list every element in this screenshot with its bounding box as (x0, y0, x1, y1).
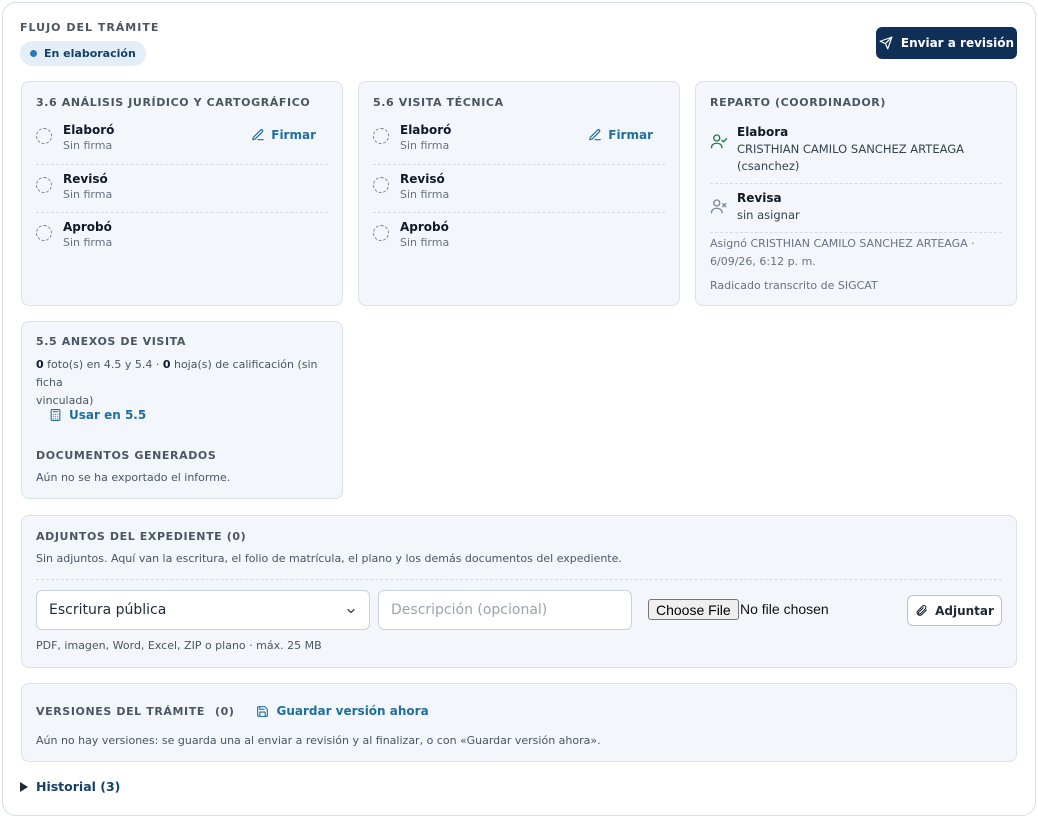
anexos-card-title: 5.5 ANEXOS DE VISITA (36, 335, 186, 348)
signature-role: Elaboró (63, 123, 115, 137)
docs-generated-title: DOCUMENTOS GENERADOS (36, 449, 217, 462)
adjuntos-title: ADJUNTOS DEL EXPEDIENTE (0) (36, 530, 247, 543)
anexos-summary: 0 foto(s) en 4.5 y 5.4 · 0 hoja(s) de ca… (36, 356, 336, 410)
signature-role: Aprobó (400, 220, 449, 234)
unsigned-circle-icon (373, 177, 389, 193)
adjuntos-description: Sin adjuntos. Aquí van la escritura, el … (36, 552, 622, 565)
analisis-card: 3.6 ANÁLISIS JURÍDICO Y CARTOGRÁFICO Ela… (21, 81, 343, 306)
signature-row-aprobo: Aprobó Sin firma (373, 212, 665, 260)
chevron-down-icon (347, 608, 355, 614)
signature-state: Sin firma (63, 139, 113, 152)
reparto-elabora-user: (csanchez) (737, 159, 800, 173)
unsigned-circle-icon (373, 225, 389, 241)
send-icon (879, 36, 893, 50)
attach-label: Adjuntar (935, 603, 994, 618)
use-in-5-5-label: Usar en 5.5 (69, 408, 147, 422)
document-type-value: Escritura pública (49, 602, 167, 618)
status-badge: En elaboración (20, 41, 146, 66)
versiones-text: Aún no hay versiones: se guarda una al e… (36, 734, 601, 747)
save-icon (257, 705, 269, 717)
signature-role: Aprobó (63, 220, 112, 234)
analisis-card-title: 3.6 ANÁLISIS JURÍDICO Y CARTOGRÁFICO (36, 96, 311, 109)
signature-role: Revisó (400, 172, 445, 186)
document-type-select[interactable]: Escritura pública (36, 590, 370, 630)
reparto-revisa-row: Revisa sin asignar (710, 183, 1002, 229)
reparto-elabora-row: Elabora CRISTHIAN CAMILO SANCHEZ ARTEAGA… (710, 119, 1002, 183)
signature-row-reviso: Revisó Sin firma (36, 164, 328, 212)
send-to-review-label: Enviar a revisión (900, 36, 1015, 50)
calculator-icon (50, 409, 61, 421)
pencil-icon (589, 129, 602, 141)
save-version-label: Guardar versión ahora (276, 704, 429, 718)
reparto-elabora-name: CRISTHIAN CAMILO SANCHEZ ARTEAGA (737, 142, 965, 156)
status-dot-icon (30, 50, 37, 57)
signature-state: Sin firma (400, 139, 450, 152)
signature-state: Sin firma (63, 188, 113, 201)
visita-card: 5.6 VISITA TÉCNICA Elaboró Sin firma Fir… (358, 81, 680, 306)
sign-label: Firmar (608, 128, 653, 142)
unsigned-circle-icon (373, 128, 389, 144)
signature-state: Sin firma (400, 188, 450, 201)
paperclip-icon (916, 605, 927, 616)
reparto-card: REPARTO (COORDINADOR) Elabora CRISTHIAN … (695, 81, 1017, 306)
description-input[interactable] (378, 590, 632, 630)
signature-row-elaboro: Elaboró Sin firma Firmar (373, 116, 665, 164)
signature-state: Sin firma (63, 236, 113, 249)
historial-toggle[interactable]: Historial (3) (20, 779, 120, 794)
reparto-card-title: REPARTO (COORDINADOR) (710, 96, 887, 109)
file-hint: PDF, imagen, Word, Excel, ZIP o plano · … (36, 639, 322, 652)
sign-button[interactable]: Firmar (251, 128, 316, 142)
unsigned-circle-icon (36, 128, 52, 144)
user-x-icon (710, 199, 727, 214)
pencil-icon (252, 129, 265, 141)
adjuntos-card: ADJUNTOS DEL EXPEDIENTE (0) Sin adjuntos… (21, 515, 1017, 668)
sign-button[interactable]: Firmar (588, 128, 653, 142)
status-label: En elaboración (44, 47, 136, 60)
reparto-assigned-line2: 6/09/26, 6:12 p. m. (710, 255, 816, 268)
versiones-card: VERSIONES DEL TRÁMITE (0) Guardar versió… (21, 683, 1017, 762)
choose-file-button[interactable]: Choose File (648, 599, 739, 620)
visita-card-title: 5.6 VISITA TÉCNICA (373, 96, 504, 109)
reparto-revisa-role: Revisa (737, 191, 782, 205)
file-status: No file chosen (740, 601, 829, 617)
anexos-card: 5.5 ANEXOS DE VISITA 0 foto(s) en 4.5 y … (21, 321, 343, 499)
flow-title: FLUJO DEL TRÁMITE (20, 21, 160, 34)
sheets-text-cont: vinculada) (36, 394, 94, 407)
signature-role: Elaboró (400, 123, 452, 137)
signature-row-reviso: Revisó Sin firma (373, 164, 665, 212)
unsigned-circle-icon (36, 177, 52, 193)
sign-label: Firmar (271, 128, 316, 142)
caret-right-icon (20, 781, 28, 792)
signature-row-aprobo: Aprobó Sin firma (36, 212, 328, 260)
signature-state: Sin firma (400, 236, 450, 249)
historial-label: Historial (3) (36, 779, 121, 794)
photos-text: foto(s) en 4.5 y 5.4 · (43, 358, 163, 371)
user-check-icon (710, 134, 728, 149)
photos-count: 0 (36, 358, 44, 371)
reparto-assigned-line1: Asignó CRISTHIAN CAMILO SANCHEZ ARTEAGA … (710, 237, 975, 250)
reparto-radicado-text: Radicado transcrito de SIGCAT (710, 279, 878, 292)
signature-row-elaboro: Elaboró Sin firma Firmar (36, 116, 328, 164)
send-to-review-button[interactable]: Enviar a revisión (876, 27, 1017, 59)
versiones-title: VERSIONES DEL TRÁMITE (36, 704, 205, 718)
reparto-elabora-role: Elabora (737, 125, 789, 139)
unsigned-circle-icon (36, 225, 52, 241)
save-version-link[interactable]: Guardar versión ahora (256, 704, 429, 718)
attach-button[interactable]: Adjuntar (907, 595, 1002, 626)
versiones-count: (0) (214, 704, 235, 718)
use-in-5-5-link[interactable]: Usar en 5.5 (49, 408, 146, 422)
docs-generated-text: Aún no se ha exportado el informe. (36, 471, 231, 484)
reparto-revisa-value: sin asignar (737, 208, 800, 222)
signature-role: Revisó (63, 172, 108, 186)
